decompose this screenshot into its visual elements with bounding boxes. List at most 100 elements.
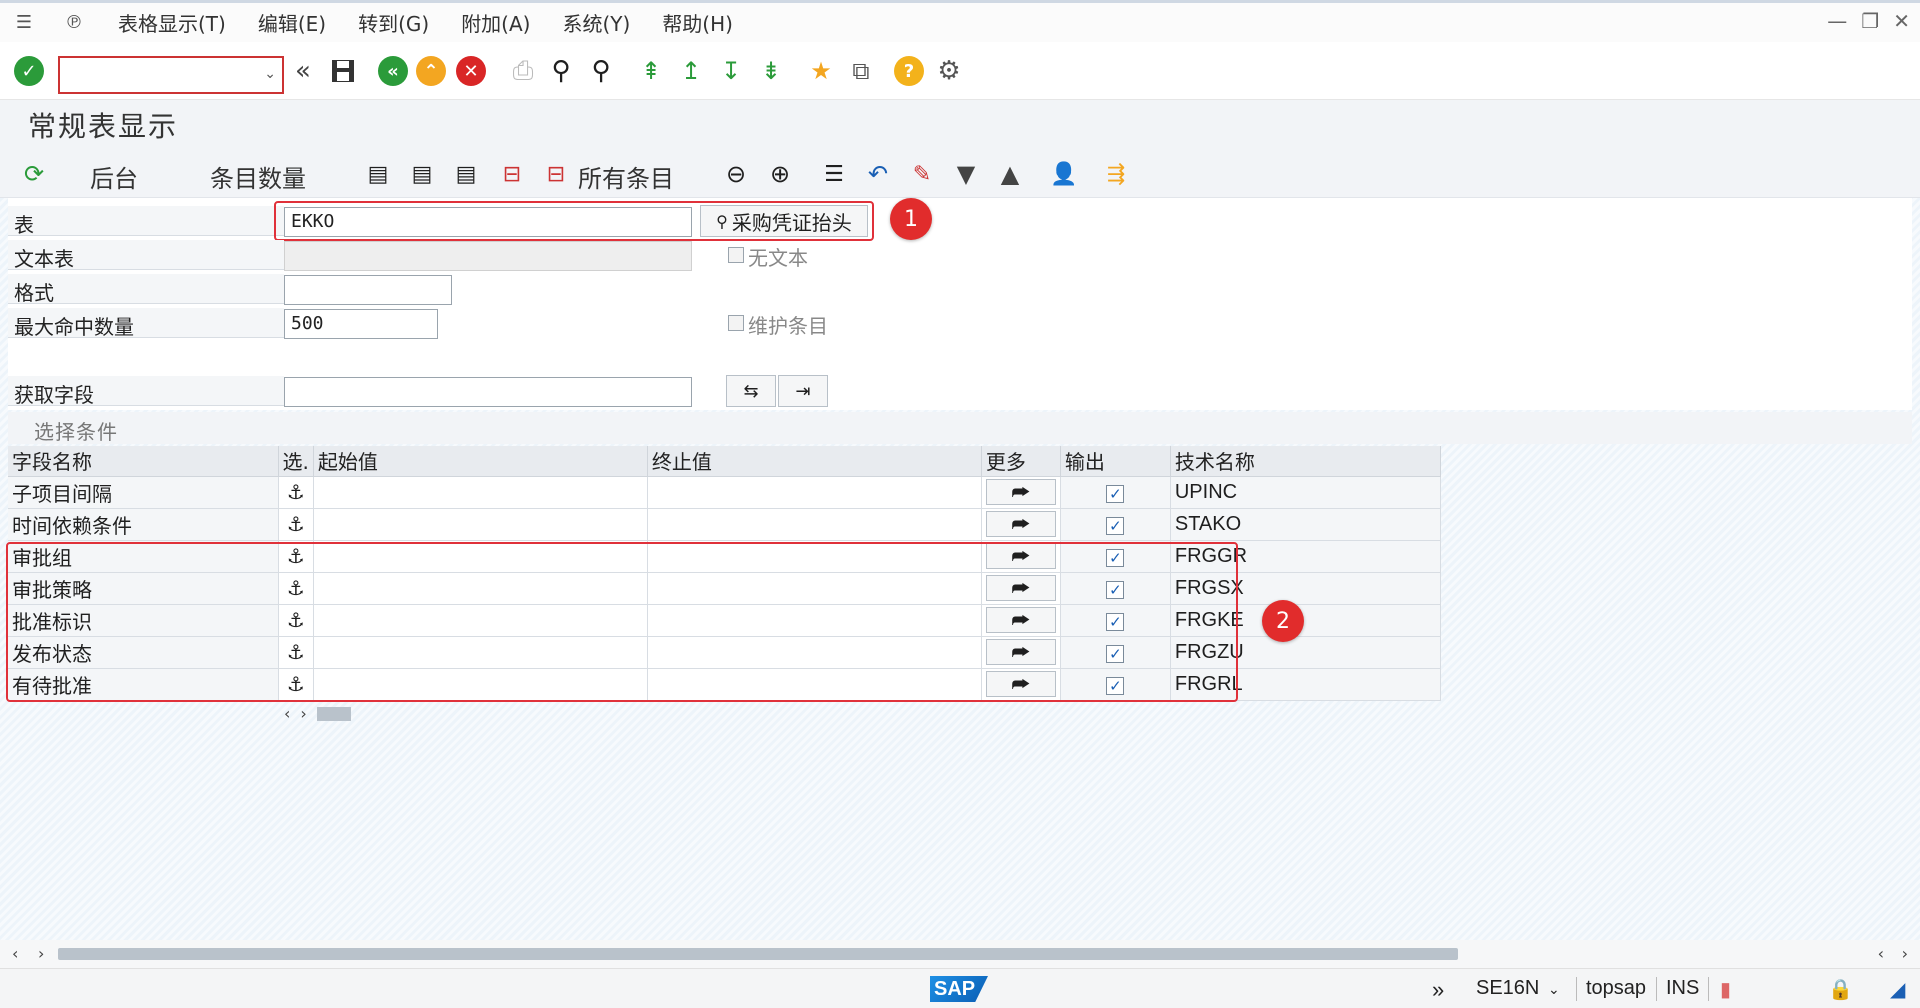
selection-header: 选择条件 <box>8 412 1912 444</box>
save-button[interactable] <box>326 54 360 88</box>
background-button[interactable]: 后台 <box>90 159 138 194</box>
multiple-selection-button[interactable]: ⮫ <box>985 479 1056 505</box>
menu-goto[interactable]: 转到(G) <box>358 8 429 37</box>
select-layout-icon[interactable]: ▤ <box>406 158 438 190</box>
scroll-right-end-icon[interactable]: › <box>1902 944 1908 963</box>
menu-icon[interactable]: ☰ <box>10 12 38 34</box>
gear-icon[interactable]: ⚙ <box>932 54 966 88</box>
fetch-fields-label: 获取字段 <box>14 383 94 407</box>
col-from: 起始值 <box>313 446 648 477</box>
scroll-right-icon[interactable]: › <box>38 944 44 963</box>
first-page-icon[interactable]: ⇞ <box>634 54 668 88</box>
chevron-down-icon[interactable]: ⌄ <box>264 66 276 82</box>
output-checkbox[interactable]: ✓ <box>1106 517 1125 535</box>
lock-icon: 🔒 <box>1828 979 1853 1001</box>
field-name-cell: 子项目间隔 <box>8 476 279 509</box>
delete-all-icon[interactable]: ⊟ <box>540 158 572 190</box>
next-page-icon[interactable]: ↧ <box>714 54 748 88</box>
find-icon[interactable]: ⚲ <box>544 54 578 88</box>
delete-selection-icon[interactable]: ⊟ <box>496 158 528 190</box>
back-icon: « <box>378 56 408 86</box>
output-checkbox[interactable]: ✓ <box>1106 485 1125 503</box>
menu-system[interactable]: 系统(Y) <box>562 8 630 37</box>
scroll-right-icon[interactable]: › <box>300 704 306 723</box>
command-field[interactable]: ⌄ <box>58 56 284 94</box>
restore-icon[interactable]: ❐ <box>1861 9 1879 33</box>
minimize-icon[interactable]: — <box>1827 9 1847 33</box>
menu-bar: ☰ ℗ 表格显示(T) 编辑(E) 转到(G) 附加(A) 系统(Y) 帮助(H… <box>0 0 1920 42</box>
field-name-cell: 时间依赖条件 <box>8 508 279 541</box>
customize-icon[interactable]: ℗ <box>60 12 88 34</box>
scroll-left-end-icon[interactable]: ‹ <box>1878 944 1884 963</box>
find-next-icon[interactable]: ⚲ <box>584 54 618 88</box>
status-separator <box>1576 977 1577 1001</box>
table-scrollbar-thumb[interactable] <box>316 706 351 721</box>
menu-edit[interactable]: 编辑(E) <box>258 8 326 37</box>
menu-help[interactable]: 帮助(H) <box>662 8 733 37</box>
to-value-input[interactable] <box>647 508 982 541</box>
command-input[interactable] <box>60 58 282 92</box>
export-fields-button[interactable]: ⇥ <box>778 375 828 407</box>
all-entries-button[interactable]: 所有条目 <box>578 159 674 194</box>
no-text-checkbox[interactable] <box>728 247 744 263</box>
scroll-left-icon[interactable]: ‹ <box>12 944 18 963</box>
to-value-input[interactable] <box>647 476 982 509</box>
import-fields-button[interactable]: ⇆ <box>726 375 776 407</box>
multiple-selection-button[interactable]: ⮫ <box>985 511 1056 537</box>
history-back-icon[interactable]: « <box>286 54 320 88</box>
menu-table-display[interactable]: 表格显示(T) <box>118 8 226 37</box>
cancel-icon: ✕ <box>456 56 486 86</box>
max-hits-label-row: 最大命中数量 <box>8 308 284 339</box>
exit-button[interactable]: ⌃ <box>414 54 448 88</box>
insert-line-icon[interactable]: ☰ <box>818 158 850 190</box>
status-bar: SAP » SE16N ⌄ topsap INS ▮ 🔒 ◢ <box>0 968 1920 1008</box>
pencil-icon[interactable]: ✎ <box>906 158 938 190</box>
chevron-down-icon[interactable]: ⌄ <box>1548 981 1560 998</box>
col-sel: 选. <box>278 446 314 477</box>
last-page-icon[interactable]: ⇟ <box>754 54 788 88</box>
selection-option-icon[interactable]: ⚓ <box>278 476 314 509</box>
sort-ascending-icon[interactable]: ▲ <box>994 158 1026 190</box>
table-row: 时间依赖条件 ⚓ ⮫ ✓ STAKO <box>8 508 1441 541</box>
multiple-selection-icon[interactable]: ▤ <box>362 158 394 190</box>
close-window-icon[interactable]: ✕ <box>1893 9 1910 33</box>
scrollbar-thumb[interactable] <box>58 948 1458 960</box>
col-field-name: 字段名称 <box>8 446 279 477</box>
user-settings-icon[interactable]: 👤 <box>1048 158 1080 190</box>
transaction-code: SE16N <box>1476 977 1540 999</box>
undo-icon[interactable]: ↶ <box>862 158 894 190</box>
page-title: 常规表显示 <box>28 110 179 143</box>
fetch-fields-label-row: 获取字段 <box>8 376 284 407</box>
hierarchy-icon[interactable]: ⇶ <box>1100 158 1132 190</box>
performance-icon: ▮ <box>1720 979 1732 1001</box>
sap-logo: SAP <box>930 976 988 1002</box>
previous-page-icon[interactable]: ↥ <box>674 54 708 88</box>
maintain-entries-label: 维护条目 <box>748 314 828 338</box>
maintain-entries-checkbox[interactable] <box>728 315 744 331</box>
cancel-button[interactable]: ✕ <box>454 54 488 88</box>
max-hits-input[interactable]: 500 <box>284 309 438 339</box>
export-icon: ⇥ <box>795 380 811 402</box>
menu-extras[interactable]: 附加(A) <box>461 8 530 37</box>
sort-descending-icon[interactable]: ▼ <box>950 158 982 190</box>
enter-button[interactable]: ✓ <box>12 54 46 88</box>
format-input[interactable] <box>284 275 452 305</box>
resize-icon[interactable]: ◢ <box>1890 977 1905 1002</box>
execute-icon[interactable]: ⟳ <box>18 158 50 190</box>
from-value-input[interactable] <box>313 476 648 509</box>
shortcut-icon[interactable]: ⧉ <box>844 54 878 88</box>
help-button[interactable]: ? <box>892 54 926 88</box>
back-button[interactable]: « <box>376 54 410 88</box>
text-table-label: 文本表 <box>14 247 74 271</box>
selection-option-icon[interactable]: ⚓ <box>278 508 314 541</box>
scroll-left-icon[interactable]: ‹ <box>284 704 290 723</box>
zoom-out-icon[interactable]: ⊖ <box>720 158 752 190</box>
expand-status-icon[interactable]: » <box>1432 977 1444 1003</box>
from-value-input[interactable] <box>313 508 648 541</box>
choose-layout-icon[interactable]: ▤ <box>450 158 482 190</box>
entry-count-button[interactable]: 条目数量 <box>210 159 306 194</box>
zoom-in-icon[interactable]: ⊕ <box>764 158 796 190</box>
fetch-fields-input[interactable] <box>284 377 692 407</box>
new-session-icon[interactable]: ★ <box>804 54 838 88</box>
print-icon[interactable]: ⎙ <box>506 54 540 88</box>
